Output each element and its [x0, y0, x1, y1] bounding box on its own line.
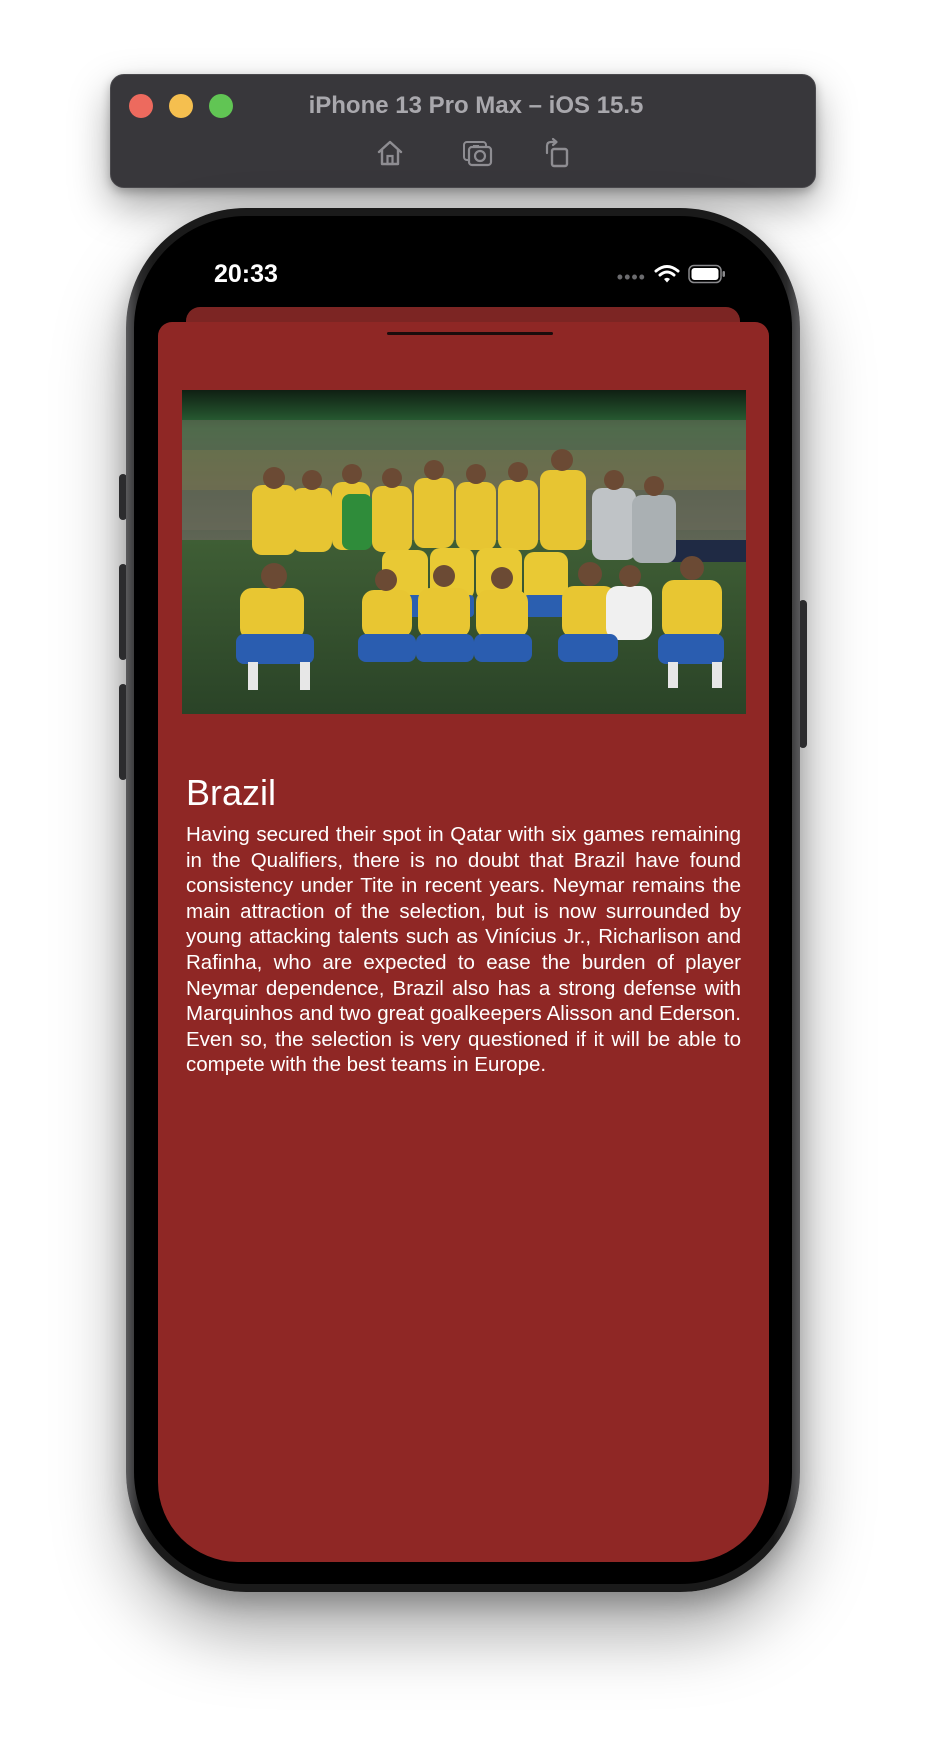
phone-screen: 20:33 •••• Brazil Having secured their s…	[134, 216, 792, 1584]
cellular-dots-icon: ••••	[616, 267, 646, 287]
team-photo-image	[182, 390, 746, 714]
team-detail-sheet[interactable]: Brazil Having secured their spot in Qata…	[158, 322, 769, 1562]
close-window-button[interactable]	[129, 94, 153, 118]
simulator-toolbar: iPhone 13 Pro Max – iOS 15.5	[110, 74, 816, 188]
camera-icon	[463, 141, 493, 167]
rotate-button[interactable]	[539, 135, 575, 171]
rotate-icon	[545, 137, 569, 168]
status-time: 20:33	[214, 260, 278, 288]
house-icon	[377, 140, 403, 166]
simulator-stage: iPhone 13 Pro Max – iOS 15.5 20:33 •••• …	[0, 0, 926, 1742]
sheet-grabber[interactable]	[387, 332, 553, 335]
status-icons: ••••	[617, 262, 726, 286]
team-title: Brazil	[186, 772, 277, 813]
team-description: Having secured their spot in Qatar with …	[186, 823, 741, 1077]
battery-icon	[688, 264, 725, 284]
minimize-window-button[interactable]	[169, 94, 193, 118]
home-button[interactable]	[372, 135, 408, 171]
team-photo	[182, 390, 746, 714]
zoom-window-button[interactable]	[209, 94, 233, 118]
simulator-title: iPhone 13 Pro Max – iOS 15.5	[308, 92, 644, 119]
power-button[interactable]	[799, 600, 807, 748]
screenshot-button[interactable]	[459, 135, 495, 171]
wifi-icon	[654, 265, 680, 283]
